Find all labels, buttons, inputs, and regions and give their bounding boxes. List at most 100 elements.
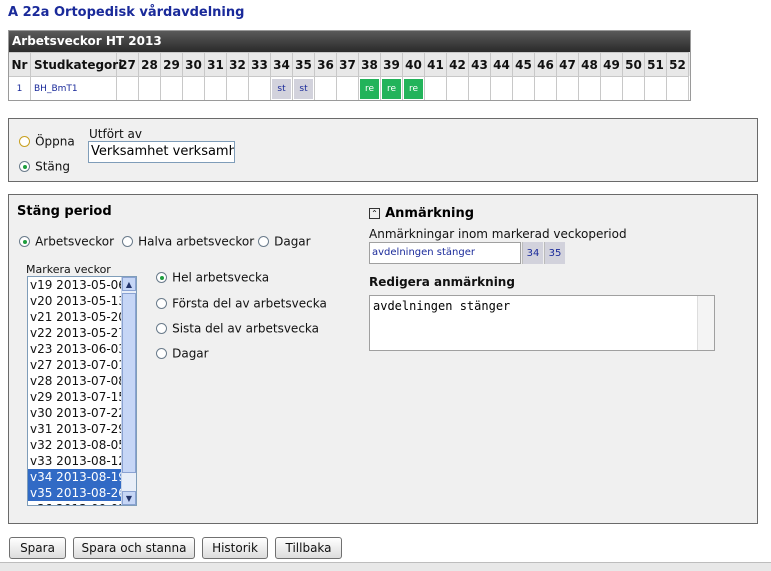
week-cell[interactable] <box>557 76 579 100</box>
period-radio-2[interactable] <box>258 236 269 247</box>
save-and-stay-button[interactable]: Spara och stanna <box>73 537 195 559</box>
week-cell[interactable] <box>205 76 227 100</box>
scroll-up-icon[interactable]: ▲ <box>122 277 136 291</box>
week-list-item[interactable]: v33 2013-08-12 <box>28 453 126 469</box>
col-week: 46 <box>535 52 557 76</box>
back-button[interactable]: Tillbaka <box>275 537 342 559</box>
week-cell[interactable] <box>513 76 535 100</box>
week-list-item[interactable]: v34 2013-08-19 <box>28 469 126 485</box>
col-week: 47 <box>557 52 579 76</box>
col-week: 51 <box>645 52 667 76</box>
performed-by-label: Utfört av <box>89 127 142 141</box>
week-part-sista[interactable]: Sista del av arbetsvecka <box>156 318 319 337</box>
remark-header[interactable]: ⌃ Anmärkning <box>369 203 474 222</box>
week-cell[interactable] <box>337 76 359 100</box>
week-status-tag: re <box>404 78 423 99</box>
week-list-item[interactable]: v31 2013-07-29 <box>28 421 126 437</box>
week-list-item[interactable]: v36 2013-09-02 <box>28 501 126 505</box>
week-part-radio-0[interactable] <box>156 272 167 283</box>
col-nr: Nr <box>9 52 31 76</box>
week-cell[interactable] <box>249 76 271 100</box>
week-part-dagar[interactable]: Dagar <box>156 343 209 362</box>
scroll-down-icon[interactable]: ▼ <box>122 491 136 505</box>
remark-title: Anmärkning <box>385 206 475 221</box>
close-period-panel: Stäng period Arbetsveckor Halva arbetsve… <box>8 194 758 524</box>
week-list-item[interactable]: v28 2013-07-08 <box>28 373 126 389</box>
week-cell[interactable] <box>645 76 667 100</box>
radio-close-circle[interactable] <box>19 161 30 172</box>
col-week: 30 <box>183 52 205 76</box>
week-list-item[interactable]: v23 2013-06-03 <box>28 341 126 357</box>
radio-close-label: Stäng <box>35 159 70 174</box>
week-status-tag: st <box>294 78 313 99</box>
week-list-item[interactable]: v19 2013-05-06 <box>28 277 126 293</box>
period-option-arbetsveckor[interactable]: Arbetsveckor <box>19 231 114 250</box>
week-part-radio-1[interactable] <box>156 298 167 309</box>
week-status-tag: re <box>360 78 379 99</box>
col-week: 39 <box>381 52 403 76</box>
week-cell[interactable] <box>183 76 205 100</box>
week-list-item[interactable]: v30 2013-07-22 <box>28 405 126 421</box>
week-cell[interactable]: re <box>381 76 403 100</box>
weeks-scrollbar[interactable]: ▲ ▼ <box>121 277 136 505</box>
period-option-halva[interactable]: Halva arbetsveckor <box>122 231 254 250</box>
week-part-hel[interactable]: Hel arbetsvecka <box>156 267 269 286</box>
edit-remark-text: avdelningen stänger <box>373 299 511 313</box>
week-list-item[interactable]: v35 2013-08-26 <box>28 485 126 501</box>
close-period-title: Stäng period <box>17 204 112 219</box>
week-part-forsta[interactable]: Första del av arbetsvecka <box>156 293 327 312</box>
col-week: 43 <box>469 52 491 76</box>
week-list-item[interactable]: v29 2013-07-15 <box>28 389 126 405</box>
row-studkategori-link[interactable]: BH_BmT1 <box>31 76 117 100</box>
radio-open-circle[interactable] <box>19 136 30 147</box>
week-cell[interactable] <box>315 76 337 100</box>
week-cell[interactable] <box>117 76 139 100</box>
week-list-item[interactable]: v27 2013-07-01 <box>28 357 126 373</box>
radio-close[interactable]: Stäng <box>19 156 70 175</box>
performed-by-field[interactable]: Verksamhet verksamhe <box>88 141 235 163</box>
col-week: 40 <box>403 52 425 76</box>
week-cell[interactable] <box>139 76 161 100</box>
week-list-item[interactable]: v21 2013-05-20 <box>28 309 126 325</box>
week-cell[interactable] <box>623 76 645 100</box>
col-week: 31 <box>205 52 227 76</box>
week-cell[interactable]: re <box>403 76 425 100</box>
week-cell[interactable] <box>491 76 513 100</box>
week-part-radio-3[interactable] <box>156 348 167 359</box>
col-week: 45 <box>513 52 535 76</box>
week-cell[interactable] <box>447 76 469 100</box>
scroll-thumb[interactable] <box>122 293 136 473</box>
week-cell[interactable] <box>469 76 491 100</box>
weeks-listbox[interactable]: v19 2013-05-06 v20 2013-05-13 v21 2013-05-… <box>27 276 137 506</box>
weeks-list-label: Markera veckor <box>26 263 111 276</box>
week-cell[interactable] <box>579 76 601 100</box>
week-list-item[interactable]: v32 2013-08-05 <box>28 437 126 453</box>
week-cell[interactable] <box>535 76 557 100</box>
week-cell[interactable] <box>425 76 447 100</box>
history-button[interactable]: Historik <box>202 537 268 559</box>
week-list-item[interactable]: v22 2013-05-27 <box>28 325 126 341</box>
week-cell[interactable]: st <box>293 76 315 100</box>
week-cell[interactable] <box>667 76 689 100</box>
period-radio-1[interactable] <box>122 236 133 247</box>
collapse-up-icon[interactable]: ⌃ <box>369 208 380 219</box>
week-part-label: Hel arbetsvecka <box>172 270 270 285</box>
period-radio-0[interactable] <box>19 236 30 247</box>
col-week: 33 <box>249 52 271 76</box>
radio-open[interactable]: Öppna <box>19 131 75 150</box>
week-cell[interactable]: re <box>359 76 381 100</box>
save-button[interactable]: Spara <box>9 537 66 559</box>
col-week: 44 <box>491 52 513 76</box>
week-cell[interactable]: st <box>271 76 293 100</box>
week-cell[interactable] <box>601 76 623 100</box>
week-list-item[interactable]: v20 2013-05-13 <box>28 293 126 309</box>
edit-remark-textarea[interactable]: avdelningen stänger <box>369 295 715 351</box>
textarea-scrollbar[interactable] <box>697 296 714 350</box>
week-part-radio-2[interactable] <box>156 323 167 334</box>
week-part-label: Dagar <box>172 346 209 361</box>
period-option-dagar[interactable]: Dagar <box>258 231 311 250</box>
remark-entry: avdelningen stänger <box>369 242 521 264</box>
week-cell[interactable] <box>161 76 183 100</box>
week-cell[interactable] <box>227 76 249 100</box>
period-option-label: Dagar <box>274 234 311 249</box>
